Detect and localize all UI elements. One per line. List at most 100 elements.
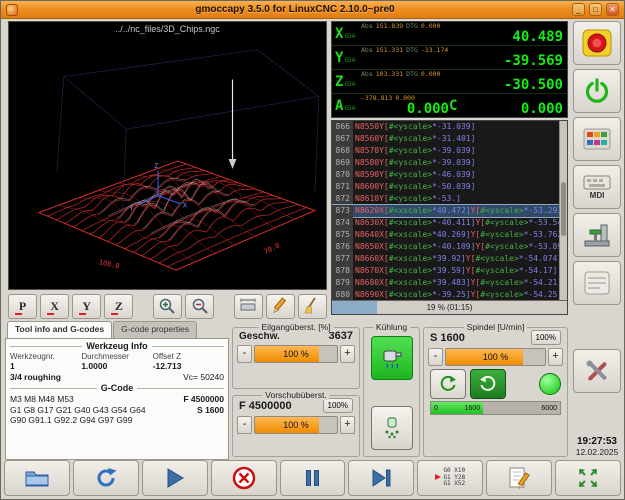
rel-value-a: 0.000 bbox=[406, 101, 449, 116]
power-icon bbox=[585, 78, 609, 103]
estop-button[interactable] bbox=[573, 21, 621, 65]
active-mcodes: M3 M8 M48 M53 bbox=[10, 394, 74, 404]
tool-info-panel: Werkzeug Info Werkzeugnr. Durchmesser Of… bbox=[5, 338, 229, 460]
run-progress-bar: 19 % (01:15) bbox=[332, 300, 567, 314]
axis-letter-y: Y bbox=[335, 49, 344, 66]
gcode-line-text: N8560Y[#<yscale>*-31.401] bbox=[355, 134, 476, 144]
gcode-line-number: 879 bbox=[332, 276, 353, 289]
machine-on-button[interactable] bbox=[573, 69, 621, 113]
machine-icon bbox=[584, 224, 610, 246]
spindle-cw-icon bbox=[480, 375, 496, 391]
gcode-line-number: 868 bbox=[332, 144, 353, 157]
settings-button[interactable] bbox=[573, 349, 621, 393]
fullscreen-icon bbox=[579, 469, 598, 487]
maximize-button[interactable]: □ bbox=[589, 3, 602, 16]
gcode-line[interactable]: 876 N8650X[#<xscale>*-40.109]Y[#<yscale>*… bbox=[332, 240, 559, 253]
preview-canvas[interactable]: Z X Y 108.0 70.0 bbox=[9, 22, 326, 289]
gcode-listing[interactable]: 866 N8550Y[#<yscale>*-31.039] 867 N8560Y[#<… bbox=[331, 120, 568, 315]
gcode-line[interactable]: 872 N8610Y[#<yscale>*-53.] bbox=[332, 192, 559, 205]
tab-tool-info[interactable]: Tool info and G-codes bbox=[7, 321, 113, 338]
spindle-ccw-icon bbox=[440, 375, 456, 391]
dro-row-a-c[interactable]: A G54 -378.813 0.000 0.000 C 0.000 bbox=[332, 94, 567, 117]
gcode-line[interactable]: 867 N8560Y[#<yscale>*-31.401] bbox=[332, 132, 559, 145]
feed-reset-button[interactable]: 100% bbox=[322, 398, 353, 413]
spindle-reset-button[interactable]: 100% bbox=[530, 330, 561, 345]
gcode-line[interactable]: 869 N8580Y[#<yscale>*-39.039] bbox=[332, 156, 559, 169]
gcode-line[interactable]: 870 N8590Y[#<yscale>*-46.039] bbox=[332, 168, 559, 181]
dro-row-x[interactable]: X G54 Abs 151.839 DTG 0.000 40.489 bbox=[332, 22, 567, 46]
gcode-line[interactable]: 874 N8630X[#<xscale>*-40.411]Y[#<yscale>*… bbox=[332, 216, 559, 229]
gcode-line-text: N8570Y[#<yscale>*-39.039] bbox=[355, 146, 476, 156]
gcode-line[interactable]: 880 N8690X[#<xscale>*-39.25]Y[#<yscale>*-… bbox=[332, 288, 559, 300]
run-from-line-button[interactable]: G0 X10 G1 Y28 G1 X52 bbox=[417, 460, 484, 496]
step-button[interactable] bbox=[348, 460, 415, 496]
dimensions-button[interactable] bbox=[233, 293, 263, 319]
gcode-line[interactable]: 868 N8570Y[#<yscale>*-39.039] bbox=[332, 144, 559, 157]
view-x-button[interactable]: X bbox=[40, 293, 70, 319]
zoom-out-button[interactable] bbox=[185, 293, 215, 319]
reload-button[interactable] bbox=[72, 460, 139, 496]
view-y-button[interactable]: Y bbox=[72, 293, 102, 319]
clear-preview-button[interactable] bbox=[297, 293, 327, 319]
rapid-minus-button[interactable]: - bbox=[237, 345, 252, 363]
gcode-line[interactable]: 873 N8620X[#<xscale>*40.472]Y[#<yscale>*-… bbox=[332, 203, 559, 218]
gcode-line[interactable]: 871 N8600Y[#<yscale>*-50.039] bbox=[332, 180, 559, 193]
feed-plus-button[interactable]: + bbox=[340, 416, 355, 434]
axis-letter-x: X bbox=[335, 25, 344, 42]
dtg-value-z: 0.000 bbox=[420, 71, 441, 78]
machine-page-button[interactable] bbox=[573, 213, 621, 257]
gcode-preview[interactable]: ../../nc_files/3D_Chips.ngc Z X Y 108.0 … bbox=[8, 21, 327, 290]
dtg-value-y: -13.174 bbox=[420, 47, 449, 54]
gcode-line-text: N8590Y[#<yscale>*-46.039] bbox=[355, 170, 476, 180]
gcode-line[interactable]: 877 N8660X[#<xscale>*39.92]Y[#<yscale>*-5… bbox=[332, 252, 559, 265]
pause-button[interactable] bbox=[279, 460, 346, 496]
gcode-line[interactable]: 878 N8670X[#<xscale>*39.59]Y[#<yscale>*-5… bbox=[332, 264, 559, 277]
gcode-line-text: N8690X[#<xscale>*-39.25]Y[#<yscale>*-54.… bbox=[355, 289, 559, 299]
cutting-speed: Vc= 50240 bbox=[183, 372, 224, 382]
rel-value-z: -30.500 bbox=[503, 77, 563, 92]
fullscreen-button[interactable] bbox=[555, 460, 622, 496]
spindle-override-slider[interactable]: 100 % bbox=[445, 348, 546, 366]
abs-value-z: 103.331 bbox=[375, 71, 404, 78]
minimize-button[interactable]: _ bbox=[572, 3, 585, 16]
edit-gcode-button[interactable] bbox=[486, 460, 553, 496]
gcode-line-text: N8610Y[#<yscale>*-53.] bbox=[355, 194, 461, 204]
gcode-line[interactable]: 875 N8640X[#<xscale>*40.269]Y[#<yscale>*-… bbox=[332, 228, 559, 241]
stop-button[interactable] bbox=[210, 460, 277, 496]
mdi-button[interactable]: MDI bbox=[573, 165, 621, 209]
rapid-plus-button[interactable]: + bbox=[340, 345, 355, 363]
feed-override-slider[interactable]: 100 % bbox=[254, 416, 338, 434]
settings-page-button[interactable] bbox=[573, 117, 621, 161]
scrollbar-thumb[interactable] bbox=[561, 181, 566, 236]
run-button[interactable] bbox=[141, 460, 208, 496]
tool-number: 1 bbox=[10, 361, 15, 371]
dro-row-y[interactable]: Y G54 Abs 151.331 DTG -13.174 -39.569 bbox=[332, 46, 567, 70]
bottom-button-bar: G0 X10 G1 Y28 G1 X52 bbox=[4, 460, 622, 496]
draw-mode-button[interactable] bbox=[265, 293, 295, 319]
view-p-button[interactable]: P bbox=[8, 293, 38, 319]
gcode-scrollbar[interactable] bbox=[559, 121, 567, 300]
close-button[interactable]: ✕ bbox=[606, 3, 619, 16]
gmoccapy-window: { "window": {"title": "gmoccapy 3.5.0 fo… bbox=[0, 0, 625, 500]
dim-label-x: 108.0 bbox=[98, 258, 120, 270]
feed-minus-button[interactable]: - bbox=[237, 416, 252, 434]
spindle-ccw-button[interactable] bbox=[430, 369, 466, 399]
dro-row-z[interactable]: Z G54 Abs 103.331 DTG 0.000 -30.500 bbox=[332, 70, 567, 94]
spindle-cw-button[interactable] bbox=[470, 369, 506, 399]
dro-panel: X G54 Abs 151.839 DTG 0.000 40.489 Y G54 Abs 1… bbox=[331, 21, 568, 118]
spindle-minus-button[interactable]: - bbox=[428, 348, 443, 366]
titlebar[interactable]: gmoccapy 3.5.0 for LinuxCNC 2.10.0~pre0 … bbox=[1, 1, 624, 19]
spindle-plus-button[interactable]: + bbox=[548, 348, 563, 366]
gcode-line[interactable]: 866 N8550Y[#<yscale>*-31.039] bbox=[332, 121, 559, 133]
gcode-line[interactable]: 879 N8680X[#<xscale>*39.483]Y[#<yscale>*-… bbox=[332, 276, 559, 289]
tab-gcode-properties[interactable]: G-code properties bbox=[113, 321, 198, 338]
axis-letter-z: Z bbox=[335, 73, 344, 90]
flood-coolant-button[interactable] bbox=[370, 336, 413, 380]
gcode-line-text: N8600Y[#<yscale>*-50.039] bbox=[355, 182, 476, 192]
zoom-in-button[interactable] bbox=[152, 293, 183, 319]
tooledit-page-button[interactable] bbox=[573, 261, 621, 305]
rapid-override-slider[interactable]: 100 % bbox=[254, 345, 338, 363]
view-z-button[interactable]: Z bbox=[104, 293, 134, 319]
open-file-button[interactable] bbox=[4, 460, 70, 496]
mist-coolant-button[interactable] bbox=[370, 406, 413, 450]
